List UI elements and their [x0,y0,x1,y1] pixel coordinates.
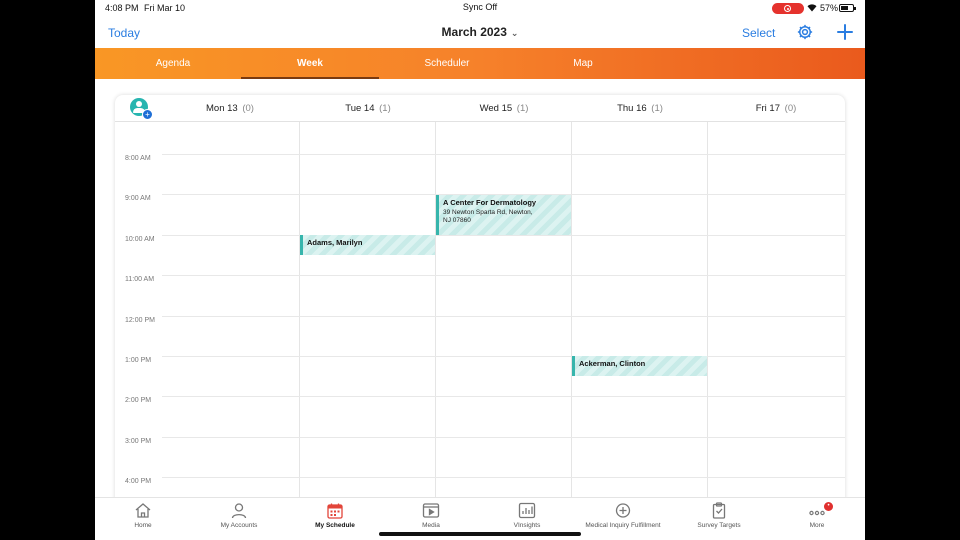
wifi-icon [807,3,817,15]
hour-line [162,235,845,236]
sync-status: Sync Off [462,2,498,12]
week-calendar: + Mon 13 (0) Tue 14 (1) Wed 15 (1) Thu 1… [115,95,845,505]
day-divider [435,122,436,505]
tab-scheduler[interactable]: Scheduler [379,48,515,79]
hour-line [162,437,845,438]
month-title: March 2023 [441,25,507,39]
bottom-tab-my-accounts[interactable]: My Accounts [191,502,287,529]
bottom-tab-home[interactable]: Home [95,502,191,529]
hour-label: 3:00 PM [125,438,152,445]
hour-label: 4:00 PM [125,478,152,485]
select-button[interactable]: Select [742,26,775,40]
hour-label: 10:00 AM [125,236,155,243]
event-card[interactable]: Ackerman, Clinton [572,356,707,376]
add-icon[interactable] [836,23,854,41]
hour-label: 11:00 AM [125,276,155,283]
hour-line [162,477,845,478]
hour-label: 12:00 PM [125,317,155,324]
hour-label: 8:00 AM [125,155,151,162]
event-address: 39 Newton Sparta Rd, Newton, [443,209,533,216]
navigation-bar: Today March 2023 ⌄ Select [95,16,865,48]
event-title: Adams, Marilyn [307,238,363,247]
hour-line [162,316,845,317]
bottom-tab-medical-inquiry[interactable]: Medical Inquiry Fulfillment [575,502,671,529]
event-card[interactable]: A Center For Dermatology 39 Newton Spart… [436,195,571,235]
media-icon [422,503,440,518]
battery-icon [839,4,856,12]
tab-week[interactable]: Week [241,48,379,79]
event-title: Ackerman, Clinton [579,359,646,368]
ipad-screen: 4:08 PM Fri Mar 10 Sync Off 57% Today Ma… [95,0,865,540]
notification-badge: • [824,502,833,511]
hour-line [162,154,845,155]
plus-badge-icon: + [142,109,153,120]
hour-line [162,396,845,397]
day-divider [571,122,572,505]
bottom-tab-survey-targets[interactable]: Survey Targets [671,502,767,529]
view-tabs: Agenda Week Scheduler Map [95,48,865,79]
clipboard-icon [712,502,726,519]
person-icon [231,503,247,519]
bottom-tab-my-schedule[interactable]: My Schedule [287,502,383,529]
tab-map[interactable]: Map [515,48,651,79]
hour-label: 2:00 PM [125,397,152,404]
day-header-thu[interactable]: Thu 16 (1) [572,103,708,114]
chevron-down-icon: ⌄ [510,28,519,38]
day-divider [707,122,708,505]
insights-chart-icon [518,502,536,519]
gear-icon[interactable] [796,23,814,41]
time-grid[interactable]: 8:00 AM 9:00 AM 10:00 AM 11:00 AM 12:00 … [115,122,845,505]
status-bar: 4:08 PM Fri Mar 10 Sync Off 57% [95,0,865,16]
calendar-icon [327,503,343,519]
bottom-tab-more[interactable]: • More [769,502,865,529]
home-icon [135,503,151,518]
day-header-wed[interactable]: Wed 15 (1) [436,103,572,114]
medical-icon [615,503,631,518]
bottom-tab-media[interactable]: Media [383,502,479,529]
day-header-mon[interactable]: Mon 13 (0) [162,103,298,114]
day-header-fri[interactable]: Fri 17 (0) [708,103,844,114]
day-divider [299,122,300,505]
hour-line [162,356,845,357]
battery-percent: 57% [820,3,839,13]
hour-label: 1:00 PM [125,357,152,364]
hour-label: 9:00 AM [125,195,151,202]
home-indicator[interactable] [379,532,581,536]
bottom-tab-vinsights[interactable]: VInsights [479,502,575,529]
calendar-header: + Mon 13 (0) Tue 14 (1) Wed 15 (1) Thu 1… [115,95,845,122]
event-title: A Center For Dermatology [443,198,537,207]
day-header-tue[interactable]: Tue 14 (1) [300,103,436,114]
hour-line [162,275,845,276]
event-card[interactable]: Adams, Marilyn [300,235,435,255]
event-address: NJ 07860 [443,217,471,224]
tab-agenda[interactable]: Agenda [105,48,241,79]
screen-record-icon [772,3,804,14]
